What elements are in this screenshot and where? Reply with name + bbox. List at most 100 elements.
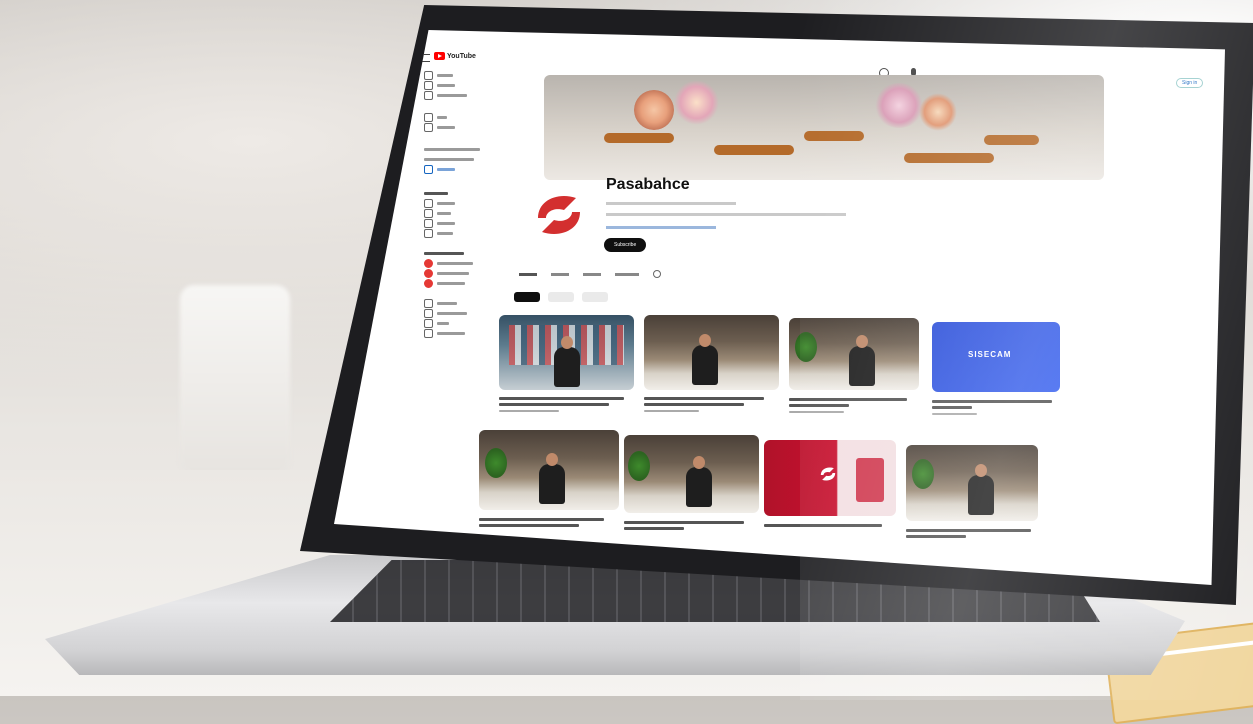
music-icon: [424, 208, 433, 218]
feedback-icon: [424, 328, 433, 338]
sidebar-item-label: [437, 301, 457, 305]
sidebar-item-label: [437, 201, 455, 205]
sidebar-item-feedback[interactable]: [424, 328, 480, 338]
video-meta: [932, 413, 977, 415]
video-thumbnail[interactable]: [906, 445, 1038, 521]
video-title-line2[interactable]: [499, 403, 609, 406]
video-title[interactable]: [479, 518, 604, 521]
chip-oldest[interactable]: [582, 292, 608, 302]
sidebar-item-home[interactable]: [424, 70, 480, 80]
sidebar-item-label: [437, 221, 455, 225]
sidebar-item-label: [437, 211, 451, 215]
laptop-screen: YouTube Sign in Pasabahce Subscribe SISE…: [334, 30, 1225, 585]
you-icon: [424, 112, 433, 122]
sidebar-item-premium[interactable]: [424, 258, 480, 268]
sidebar: [424, 70, 480, 338]
video-title[interactable]: [499, 397, 624, 400]
sidebar-item-report[interactable]: [424, 308, 480, 318]
chip-popular[interactable]: [548, 292, 574, 302]
video-thumbnail[interactable]: [644, 315, 779, 390]
video-title[interactable]: [932, 400, 1052, 403]
channel-tabs: [519, 270, 661, 278]
sidebar-item-label: [437, 83, 455, 87]
sidebar-item-you[interactable]: [424, 112, 480, 122]
video-thumbnail[interactable]: [764, 440, 896, 516]
chip-latest[interactable]: [514, 292, 540, 302]
channel-links[interactable]: [606, 226, 716, 229]
filter-chips: [514, 292, 608, 302]
sidebar-signin-prompt-2: [424, 154, 480, 164]
youtube-music-icon: [424, 268, 433, 278]
sidebar-item-label: [437, 73, 453, 77]
video-thumbnail[interactable]: [789, 318, 919, 390]
flower-arrangement: [674, 80, 719, 125]
video-title-line2[interactable]: [644, 403, 744, 406]
channel-description: [606, 213, 846, 216]
sidebar-item-gaming[interactable]: [424, 218, 480, 228]
sidebar-item-yt-music[interactable]: [424, 268, 480, 278]
video-thumbnail[interactable]: [624, 435, 759, 513]
channel-banner: [544, 75, 1104, 180]
pastry-tray: [714, 145, 794, 155]
video-title[interactable]: [644, 397, 764, 400]
sidebar-item-label: [437, 93, 467, 97]
video-title[interactable]: [906, 529, 1031, 532]
gaming-icon: [424, 218, 433, 228]
video-title-line2[interactable]: [789, 404, 849, 407]
sidebar-item-sports[interactable]: [424, 228, 480, 238]
sidebar-item-history[interactable]: [424, 122, 480, 132]
youtube-premium-icon: [424, 258, 433, 268]
flower-arrangement: [634, 90, 674, 130]
tab-search-icon[interactable]: [653, 270, 661, 278]
sidebar-item-music[interactable]: [424, 208, 480, 218]
settings-icon: [424, 298, 433, 308]
sidebar-item-label: [437, 271, 469, 275]
pasabahce-logo: [538, 196, 580, 234]
youtube-logo-text: YouTube: [447, 52, 476, 60]
tab-home[interactable]: [519, 272, 537, 276]
channel-avatar[interactable]: [524, 180, 594, 250]
video-title-line2[interactable]: [906, 535, 966, 538]
trending-icon: [424, 198, 433, 208]
sidebar-item-label: [437, 281, 465, 285]
video-title[interactable]: [624, 521, 744, 524]
subscribe-button[interactable]: Subscribe: [604, 238, 647, 252]
video-title-line2[interactable]: [624, 527, 684, 530]
sports-icon: [424, 228, 433, 238]
video-title-line2[interactable]: [932, 406, 972, 409]
sidebar-item-label: [437, 321, 449, 325]
shorts-icon: [424, 80, 433, 90]
sidebar-item-shorts[interactable]: [424, 80, 480, 90]
video-thumbnail[interactable]: SISECAM: [932, 322, 1060, 392]
tab-playlists[interactable]: [615, 272, 639, 276]
youtube-logo[interactable]: YouTube: [434, 52, 476, 60]
sidebar-item-help[interactable]: [424, 318, 480, 328]
video-thumbnail[interactable]: [499, 315, 634, 390]
video-meta: [789, 411, 844, 413]
video-title[interactable]: [764, 524, 882, 527]
sign-in-button[interactable]: Sign in: [1176, 78, 1204, 88]
video-title-line2[interactable]: [479, 524, 579, 527]
sidebar-item-yt-kids[interactable]: [424, 278, 480, 288]
sidebar-item-label: [437, 331, 465, 335]
sidebar-section-label: [424, 251, 464, 255]
video-title[interactable]: [789, 398, 907, 401]
pastry-tray: [804, 131, 864, 141]
video-meta: [644, 410, 699, 412]
sidebar-item-label: [437, 125, 455, 129]
subscriptions-icon: [424, 90, 433, 100]
sidebar-item-trending[interactable]: [424, 198, 480, 208]
sidebar-section-title: [424, 188, 480, 198]
sidebar-item-label: [437, 231, 453, 235]
sidebar-signin-button[interactable]: [424, 164, 480, 174]
video-thumbnail[interactable]: [479, 430, 619, 510]
pastry-tray: [984, 135, 1039, 145]
tab-shorts[interactable]: [583, 272, 601, 276]
sidebar-item-subscriptions[interactable]: [424, 90, 480, 100]
sidebar-section-title-2: [424, 248, 480, 258]
flower-arrangement: [919, 93, 957, 131]
video-meta: [499, 410, 559, 412]
sidebar-item-settings[interactable]: [424, 298, 480, 308]
sidebar-prompt-text: [424, 147, 480, 151]
tab-videos[interactable]: [551, 272, 569, 276]
